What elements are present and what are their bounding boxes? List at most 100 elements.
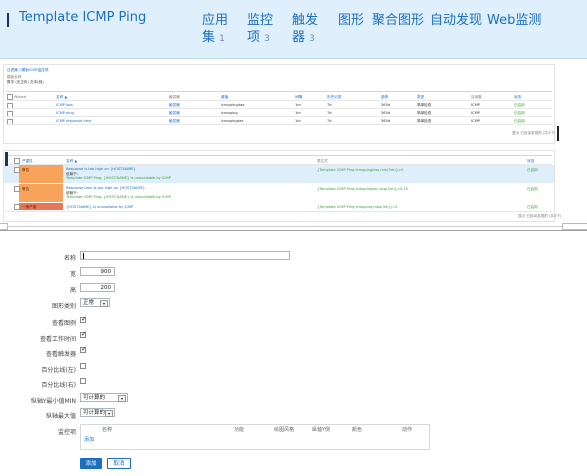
tab-applications-label: 应用: [202, 13, 229, 28]
header-accent-bar: [7, 13, 9, 27]
percentile-left-checkbox[interactable]: [80, 363, 86, 369]
row-checkbox[interactable]: [14, 186, 20, 192]
template-title[interactable]: Template ICMP Ping: [19, 10, 146, 25]
trigger-severity: 警告: [22, 168, 30, 172]
scroll-marker: [557, 126, 559, 141]
item-history: 7d: [327, 119, 332, 123]
item-key: icmpping: [221, 111, 238, 115]
add-item-link[interactable]: 添加: [84, 438, 94, 443]
item-name-link[interactable]: ICMP ping: [56, 111, 74, 115]
height-input[interactable]: 200: [80, 283, 115, 292]
col-name[interactable]: 名称 ▲: [56, 95, 67, 99]
item-triggers-link[interactable]: 触发器: [169, 103, 180, 107]
tab-graphs[interactable]: 图形: [338, 12, 364, 29]
col-item-function: 功能: [234, 427, 245, 433]
col-triggers: 触发器: [169, 95, 180, 99]
item-key: icmppingsec: [221, 119, 244, 123]
row-checkbox[interactable]: [14, 167, 20, 173]
item-interval: 1m: [295, 119, 301, 123]
item-trends: 365d: [381, 119, 391, 123]
cancel-button[interactable]: 取消: [107, 458, 131, 469]
triggers-list-panel: 严重性 名称 ▲ 表达式 状态 警告 Response is too high …: [3, 150, 561, 222]
trigger-status[interactable]: 已启用: [527, 205, 538, 209]
width-input[interactable]: 900: [80, 267, 115, 276]
item-status[interactable]: 已启用: [514, 119, 525, 123]
trigger-accent-bar: [5, 152, 8, 166]
col-applications: 应用集: [471, 95, 482, 99]
tab-triggers-count: 3: [309, 34, 315, 44]
item-application: ICMP: [471, 103, 480, 107]
col-item-color: 颜色: [352, 427, 363, 433]
chevron-down-icon: ▾: [105, 410, 113, 417]
item-triggers-link[interactable]: 触发器: [169, 119, 180, 123]
trigger-name-link[interactable]: Response is too high on {HOST.NAME}: [66, 167, 136, 171]
col-trigger-name[interactable]: 名称 ▲: [66, 159, 77, 163]
graph-type-select[interactable]: 正常 ▾: [80, 298, 110, 307]
show-legend-checkbox[interactable]: [80, 315, 87, 323]
tab-items-count: 3: [264, 34, 270, 44]
col-history[interactable]: 历史记录: [327, 95, 341, 99]
height-label: 高: [69, 287, 76, 294]
tab-items[interactable]: 监控 项 3: [247, 12, 273, 48]
col-wizard: Wizard: [14, 95, 27, 99]
width-label: 宽: [69, 271, 76, 278]
name-label: 名称: [63, 255, 76, 262]
chevron-down-icon: ▾: [100, 300, 108, 307]
row-checkbox[interactable]: [14, 204, 20, 210]
percentile-right-checkbox[interactable]: [80, 378, 86, 384]
trigger-status[interactable]: 已启用: [527, 187, 538, 191]
percentile-right-label: 百分比线(右): [41, 382, 76, 389]
tab-applications-count: 1: [219, 34, 225, 44]
show-triggers-label: 查看触发器: [45, 351, 76, 358]
tab-applications[interactable]: 应用 集 1: [202, 12, 228, 48]
item-type: 简单检查: [417, 111, 432, 115]
tab-triggers[interactable]: 触发 器 3: [292, 12, 318, 48]
col-interval[interactable]: 间隔: [295, 95, 302, 99]
item-interval: 1m: [295, 111, 301, 115]
filter-sub1: 模板名称: [7, 75, 22, 79]
table-header-line: [6, 91, 552, 92]
items-list-panel: 过滤器 ▽模板ICMP监控项 模板名称 数字 (无正负) 文本(纯) Wizar…: [3, 64, 555, 144]
splitter-handle-right[interactable]: [562, 223, 587, 230]
item-status[interactable]: 已启用: [514, 103, 525, 107]
trigger-expression[interactable]: {Template ICMP Ping:icmppingloss.min(5m)…: [317, 168, 403, 172]
filter-link[interactable]: 过滤器 ▽模板ICMP监控项: [7, 68, 49, 72]
trigger-name-link[interactable]: Response time is too high on {HOST.NAME}: [66, 186, 145, 190]
col-item-drawstyle: 绘图风格: [274, 427, 295, 433]
trigger-expression[interactable]: {Template ICMP Ping:icmppingsec.avg(5m)}…: [317, 187, 408, 191]
col-trigger-status[interactable]: 状态: [527, 159, 534, 163]
item-triggers-link[interactable]: 触发器: [169, 111, 180, 115]
tab-items-label2: 项: [247, 30, 261, 45]
show-worktime-checkbox[interactable]: [80, 330, 87, 338]
col-severity[interactable]: 严重性: [22, 159, 33, 163]
show-triggers-checkbox[interactable]: [80, 345, 87, 353]
chevron-down-icon: ▾: [118, 395, 126, 402]
tab-screens[interactable]: 聚合图形: [372, 12, 424, 29]
tab-discovery[interactable]: 自动发现: [430, 12, 482, 29]
item-name-link[interactable]: ICMP response time: [56, 119, 92, 123]
trigger-status[interactable]: 已启用: [527, 168, 538, 172]
item-history: 7d: [327, 111, 332, 115]
section-divider: [0, 230, 587, 231]
trigger-dependency-link[interactable]: Template ICMP Ping: {HOST.NAME} is unava…: [66, 176, 171, 180]
name-input[interactable]: [80, 251, 290, 260]
trigger-severity: 警告: [22, 187, 30, 191]
item-type: 简单检查: [417, 119, 432, 123]
trigger-dependency-link[interactable]: Template ICMP Ping: {HOST.NAME} is unava…: [66, 195, 171, 199]
ymax-select[interactable]: 可计算的 ▾: [80, 408, 115, 417]
show-worktime-label: 查看工作时间: [39, 336, 76, 343]
item-name-link[interactable]: ICMP loss: [56, 103, 73, 107]
add-button[interactable]: 添加: [80, 458, 102, 469]
trigger-name-link[interactable]: {HOST.NAME} is unavailable by ICMP: [66, 205, 133, 209]
tab-web[interactable]: Web监测: [487, 12, 541, 29]
ymin-select[interactable]: 可计算的 ▾: [80, 393, 128, 402]
tab-applications-label2: 集: [202, 30, 216, 45]
col-trends[interactable]: 趋势: [381, 95, 388, 99]
row-divider: [6, 211, 552, 212]
trigger-expression[interactable]: {Template ICMP Ping:icmpping.max(3m)}=0: [317, 205, 397, 209]
col-type[interactable]: 类型: [417, 95, 424, 99]
tab-items-label: 监控: [247, 13, 274, 28]
col-status[interactable]: 状态: [514, 95, 521, 99]
item-status[interactable]: 已启用: [514, 111, 525, 115]
col-key[interactable]: 键值: [221, 95, 228, 99]
